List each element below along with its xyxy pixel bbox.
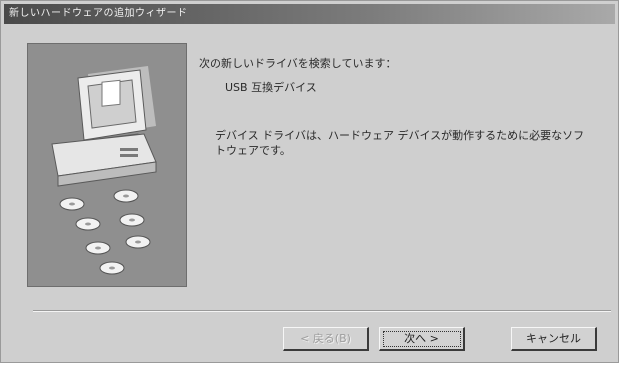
separator-line xyxy=(33,310,611,312)
intro-text: 次の新しいドライバを検索しています： xyxy=(199,57,397,70)
computer-with-disks-icon xyxy=(51,66,157,275)
window-title: 新しいハードウェアの追加ウィザード xyxy=(9,8,188,19)
next-button[interactable]: 次へ > xyxy=(379,327,465,351)
description-text: デバイス ドライバは、ハードウェア デバイスが動作するために必要なソフトウェアで… xyxy=(215,129,585,157)
wizard-window: 新しいハードウェアの追加ウィザード 次の新しいドライバを検索しています： USB… xyxy=(0,0,619,363)
device-name: USB 互換デバイス xyxy=(225,81,317,94)
back-button[interactable]: < 戻る(B) xyxy=(283,327,369,351)
wizard-illustration xyxy=(27,43,187,287)
title-bar[interactable]: 新しいハードウェアの追加ウィザード xyxy=(4,4,615,24)
cancel-button[interactable]: キャンセル xyxy=(511,327,597,351)
